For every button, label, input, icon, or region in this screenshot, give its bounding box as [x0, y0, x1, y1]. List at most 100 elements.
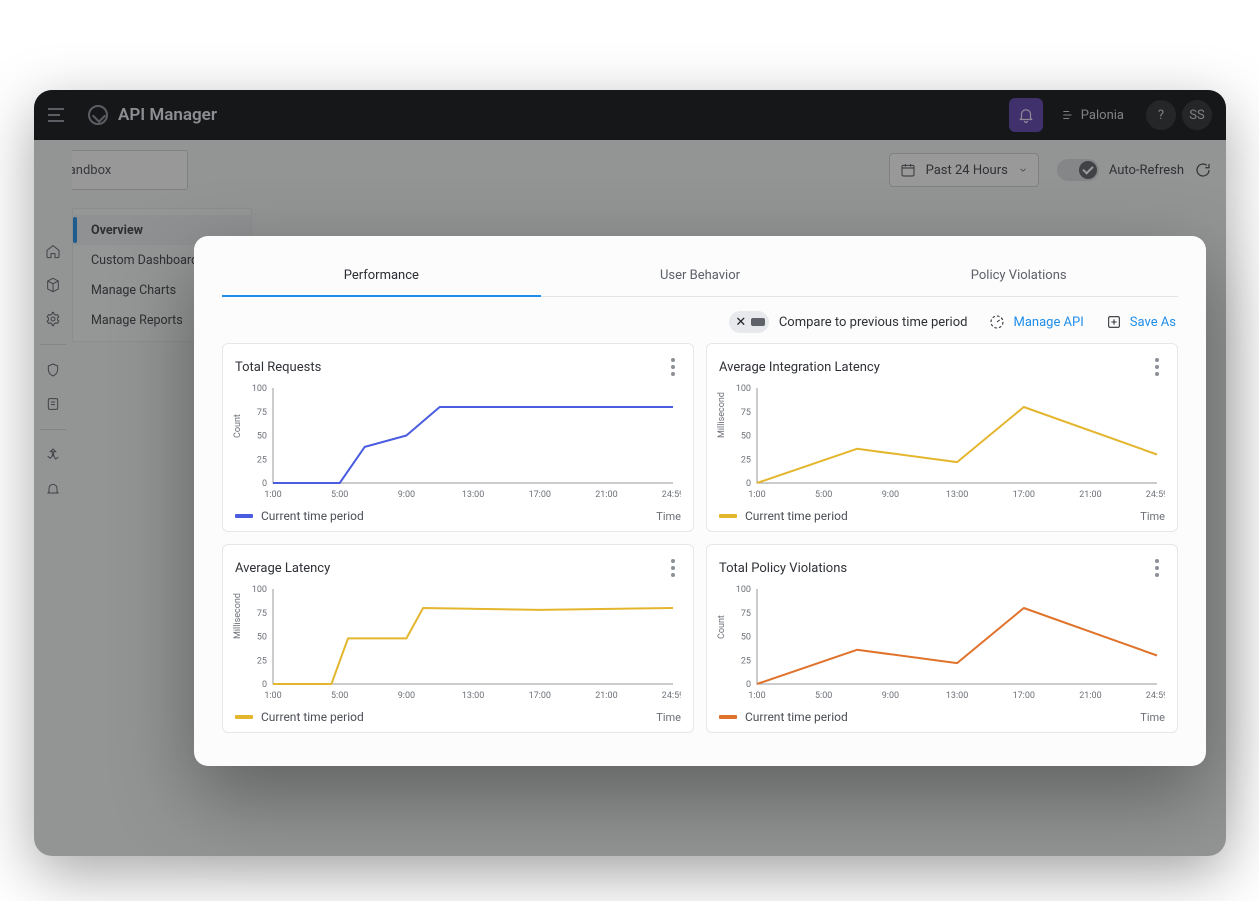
manage-api-link[interactable]: Manage API	[989, 314, 1083, 330]
svg-text:13:00: 13:00	[946, 691, 968, 701]
svg-text:75: 75	[741, 408, 751, 418]
chart-plot: Millisecond 02550751001:005:009:0013:001…	[719, 382, 1165, 503]
svg-text:100: 100	[252, 585, 267, 595]
legend-swatch	[235, 514, 253, 518]
svg-text:25: 25	[257, 455, 267, 465]
svg-text:9:00: 9:00	[882, 490, 899, 500]
chart-card-total-requests: Total Requests Count 02550751001:005:009…	[222, 343, 694, 532]
svg-text:75: 75	[257, 408, 267, 418]
chart-menu-button[interactable]	[1149, 358, 1165, 376]
x-axis-label: Time	[656, 711, 681, 724]
brand-icon	[88, 105, 108, 125]
compare-toggle[interactable]: ✕	[729, 311, 769, 333]
save-as-link[interactable]: Save As	[1106, 314, 1176, 330]
charts-grid: Total Requests Count 02550751001:005:009…	[222, 343, 1178, 733]
svg-text:21:00: 21:00	[1079, 490, 1101, 500]
svg-text:13:00: 13:00	[462, 691, 484, 701]
x-axis-label: Time	[1140, 510, 1165, 523]
gauge-icon	[989, 314, 1005, 330]
time-period-label: Past 24 Hours	[926, 163, 1008, 178]
x-icon: ✕	[733, 314, 749, 330]
legend-swatch	[719, 514, 737, 518]
x-axis-label: Time	[656, 510, 681, 523]
tab-policy-violations[interactable]: Policy Violations	[859, 258, 1178, 296]
svg-text:1:00: 1:00	[748, 490, 765, 500]
svg-text:50: 50	[741, 432, 751, 442]
svg-text:1:00: 1:00	[264, 490, 281, 500]
svg-text:100: 100	[736, 585, 751, 595]
legend-label: Current time period	[261, 509, 364, 523]
svg-text:25: 25	[741, 656, 751, 666]
chart-title: Average Latency	[235, 561, 330, 576]
rail-item-cube[interactable]	[34, 270, 72, 300]
tab-user-behavior[interactable]: User Behavior	[541, 258, 860, 296]
help-button[interactable]: ?	[1146, 100, 1176, 130]
svg-text:50: 50	[257, 633, 267, 643]
toggle-knob	[751, 318, 765, 326]
save-icon	[1106, 314, 1122, 330]
rail-item-alerts[interactable]	[34, 474, 72, 504]
legend-label: Current time period	[745, 710, 848, 724]
auto-refresh: Auto-Refresh	[1057, 159, 1212, 181]
svg-text:5:00: 5:00	[331, 490, 348, 500]
svg-text:17:00: 17:00	[529, 490, 551, 500]
org-icon	[1061, 108, 1075, 122]
avatar[interactable]: SS	[1182, 100, 1212, 130]
svg-text:24:59: 24:59	[662, 691, 681, 701]
chart-plot: Count 02550751001:005:009:0013:0017:0021…	[235, 382, 681, 503]
svg-text:13:00: 13:00	[946, 490, 968, 500]
svg-text:21:00: 21:00	[595, 490, 617, 500]
panel-subbar: ✕ Compare to previous time period Manage…	[222, 297, 1178, 343]
rail-item-settings[interactable]	[34, 304, 72, 334]
auto-refresh-toggle[interactable]	[1057, 159, 1099, 181]
svg-text:0: 0	[262, 680, 267, 690]
rail-item-reports[interactable]	[34, 389, 72, 419]
left-rail	[34, 140, 72, 856]
app-title: API Manager	[118, 105, 217, 125]
svg-text:24:59: 24:59	[1146, 691, 1165, 701]
svg-text:21:00: 21:00	[595, 691, 617, 701]
svg-text:5:00: 5:00	[331, 691, 348, 701]
svg-text:1:00: 1:00	[264, 691, 281, 701]
svg-text:25: 25	[257, 656, 267, 666]
chart-menu-button[interactable]	[665, 559, 681, 577]
org-name: Palonia	[1081, 108, 1124, 123]
svg-text:50: 50	[741, 633, 751, 643]
svg-text:5:00: 5:00	[815, 490, 832, 500]
svg-text:17:00: 17:00	[1013, 490, 1035, 500]
chart-title: Average Integration Latency	[719, 360, 880, 375]
svg-text:0: 0	[746, 479, 751, 489]
refresh-button[interactable]	[1194, 161, 1212, 179]
topbar: API Manager Palonia ? SS	[34, 90, 1226, 140]
svg-text:100: 100	[252, 384, 267, 394]
time-period-selector[interactable]: Past 24 Hours	[889, 153, 1039, 187]
svg-text:9:00: 9:00	[398, 490, 415, 500]
chart-menu-button[interactable]	[665, 358, 681, 376]
rail-item-home[interactable]	[34, 236, 72, 266]
svg-text:75: 75	[741, 609, 751, 619]
rail-item-shield[interactable]	[34, 355, 72, 385]
svg-text:24:59: 24:59	[1146, 490, 1165, 500]
org-switcher[interactable]: Palonia	[1061, 108, 1124, 123]
tab-performance[interactable]: Performance	[222, 258, 541, 297]
legend-swatch	[719, 715, 737, 719]
svg-text:13:00: 13:00	[462, 490, 484, 500]
chart-menu-button[interactable]	[1149, 559, 1165, 577]
svg-text:75: 75	[257, 609, 267, 619]
chart-plot: Millisecond 02550751001:005:009:0013:001…	[235, 583, 681, 704]
toolbar: Sandbox Past 24 Hours Auto-Refresh	[48, 150, 1212, 190]
rail-item-analytics[interactable]	[34, 440, 72, 470]
svg-text:21:00: 21:00	[1079, 691, 1101, 701]
x-axis-label: Time	[1140, 711, 1165, 724]
svg-text:0: 0	[746, 680, 751, 690]
svg-text:9:00: 9:00	[882, 691, 899, 701]
svg-text:17:00: 17:00	[1013, 691, 1035, 701]
calendar-icon	[900, 162, 916, 178]
analytics-panel: Performance User Behavior Policy Violati…	[194, 236, 1206, 766]
svg-text:24:59: 24:59	[662, 490, 681, 500]
chart-card-avg-integration-latency: Average Integration Latency Millisecond …	[706, 343, 1178, 532]
notifications-button[interactable]	[1009, 98, 1043, 132]
chart-plot: Count 02550751001:005:009:0013:0017:0021…	[719, 583, 1165, 704]
menu-icon[interactable]	[48, 104, 70, 126]
svg-text:1:00: 1:00	[748, 691, 765, 701]
